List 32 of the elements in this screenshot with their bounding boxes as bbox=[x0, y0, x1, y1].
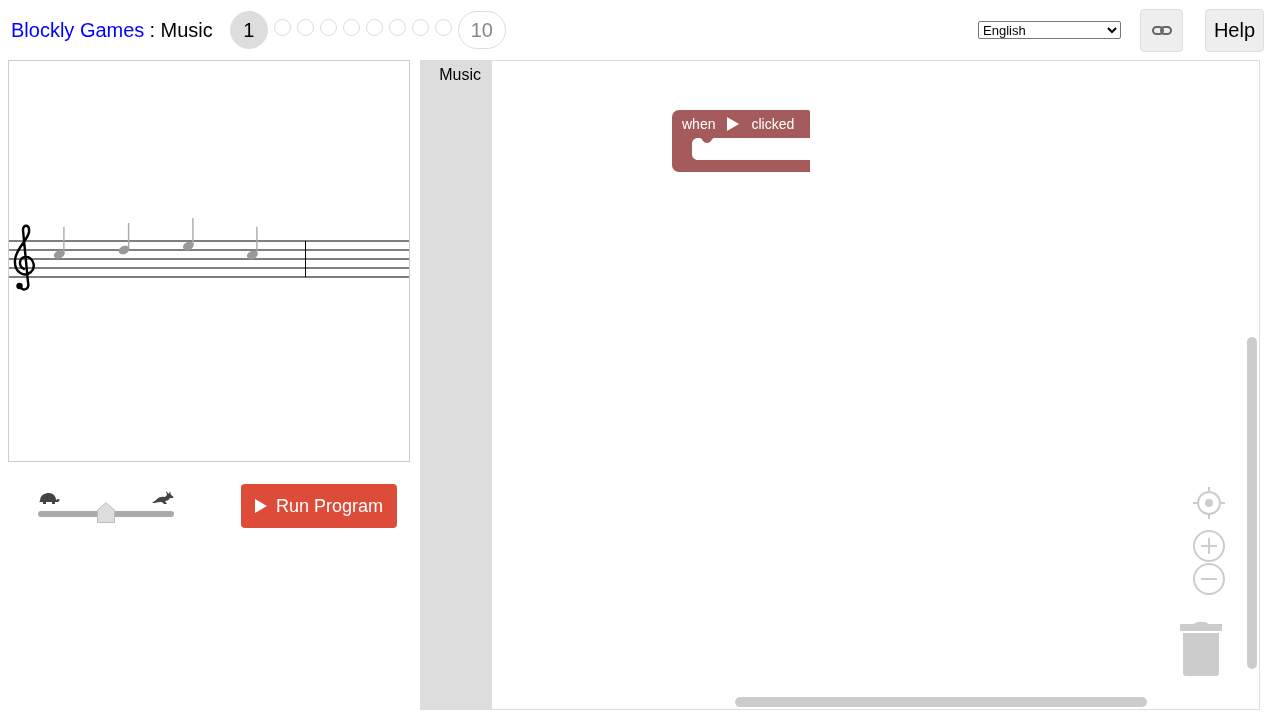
level-link[interactable] bbox=[388, 19, 406, 36]
play-icon bbox=[727, 117, 740, 131]
recenter-button[interactable] bbox=[1193, 487, 1225, 519]
language-select[interactable]: English bbox=[978, 21, 1121, 39]
zoom-out-button[interactable] bbox=[1193, 563, 1225, 595]
level-link[interactable] bbox=[319, 19, 337, 36]
toolbox-category[interactable]: Music bbox=[420, 61, 492, 89]
zoom-in-button[interactable] bbox=[1193, 530, 1225, 562]
vertical-scrollbar[interactable] bbox=[1247, 337, 1257, 669]
rabbit-icon bbox=[152, 491, 174, 504]
game-title: : Music bbox=[149, 18, 213, 43]
link-button[interactable] bbox=[1140, 8, 1183, 52]
level-link[interactable] bbox=[411, 19, 429, 36]
level-link[interactable]: 1 bbox=[229, 11, 268, 49]
level-link[interactable]: 10 bbox=[457, 11, 506, 49]
block-label: clicked bbox=[751, 114, 795, 134]
block-label: when bbox=[682, 114, 716, 134]
level-link[interactable] bbox=[273, 19, 291, 36]
trash-can-icon[interactable] bbox=[1180, 621, 1222, 676]
slider-thumb[interactable] bbox=[97, 502, 115, 523]
horizontal-scrollbar[interactable] bbox=[735, 697, 1147, 707]
run-program-button[interactable]: Run Program bbox=[241, 484, 397, 528]
level-link[interactable] bbox=[434, 19, 452, 36]
link-icon bbox=[1151, 25, 1172, 35]
turtle-icon bbox=[38, 493, 60, 504]
help-button[interactable]: Help bbox=[1205, 8, 1264, 52]
play-icon bbox=[254, 499, 267, 513]
level-link[interactable] bbox=[365, 19, 383, 36]
event-block[interactable]: when clicked bbox=[672, 110, 810, 172]
level-link[interactable] bbox=[296, 19, 314, 36]
level-link[interactable] bbox=[342, 19, 360, 36]
site-link[interactable]: Blockly Games bbox=[11, 15, 145, 45]
